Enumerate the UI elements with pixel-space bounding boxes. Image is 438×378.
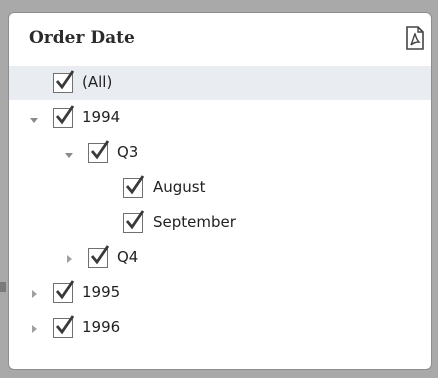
tree-item-label: 1995 xyxy=(82,283,121,301)
tree-item-1994[interactable]: 1994 xyxy=(9,101,431,135)
export-to-pdf-icon[interactable] xyxy=(405,26,425,50)
checkbox[interactable] xyxy=(123,210,145,233)
panel-header: Order Date xyxy=(9,13,431,65)
tree-item-1995[interactable]: 1995 xyxy=(9,276,431,310)
side-marker xyxy=(0,282,6,292)
tree-item-september[interactable]: September xyxy=(9,206,431,240)
tree-item-label: August xyxy=(153,178,206,196)
tree-item-q3[interactable]: Q3 xyxy=(9,136,431,170)
tree-item-august[interactable]: August xyxy=(9,171,431,205)
tree-item-q4[interactable]: Q4 xyxy=(9,241,431,275)
checkbox[interactable] xyxy=(123,175,145,198)
panel-title: Order Date xyxy=(29,28,135,48)
checkbox[interactable] xyxy=(53,70,75,93)
tree-item-label: September xyxy=(153,213,236,231)
tree-item-label: (All) xyxy=(82,73,113,91)
expand-arrow-right-icon[interactable] xyxy=(29,324,39,334)
tree-item-label: Q3 xyxy=(117,143,139,161)
tree-item-label: 1996 xyxy=(82,318,121,336)
order-date-filter-panel: Order Date (All) 1994 Q3 August Septembe… xyxy=(8,12,432,370)
tree-item-label: Q4 xyxy=(117,248,139,266)
tree-item-label: 1994 xyxy=(82,108,121,126)
checkbox[interactable] xyxy=(53,280,75,303)
expand-arrow-down-icon[interactable] xyxy=(64,150,74,160)
tree-item-all[interactable]: (All) xyxy=(9,66,431,100)
expand-arrow-right-icon[interactable] xyxy=(29,289,39,299)
expand-arrow-right-icon[interactable] xyxy=(64,254,74,264)
checkbox[interactable] xyxy=(88,140,110,163)
tree-item-1996[interactable]: 1996 xyxy=(9,311,431,345)
checkbox[interactable] xyxy=(88,245,110,268)
checkbox[interactable] xyxy=(53,105,75,128)
expand-arrow-down-icon[interactable] xyxy=(29,115,39,125)
checkbox[interactable] xyxy=(53,315,75,338)
